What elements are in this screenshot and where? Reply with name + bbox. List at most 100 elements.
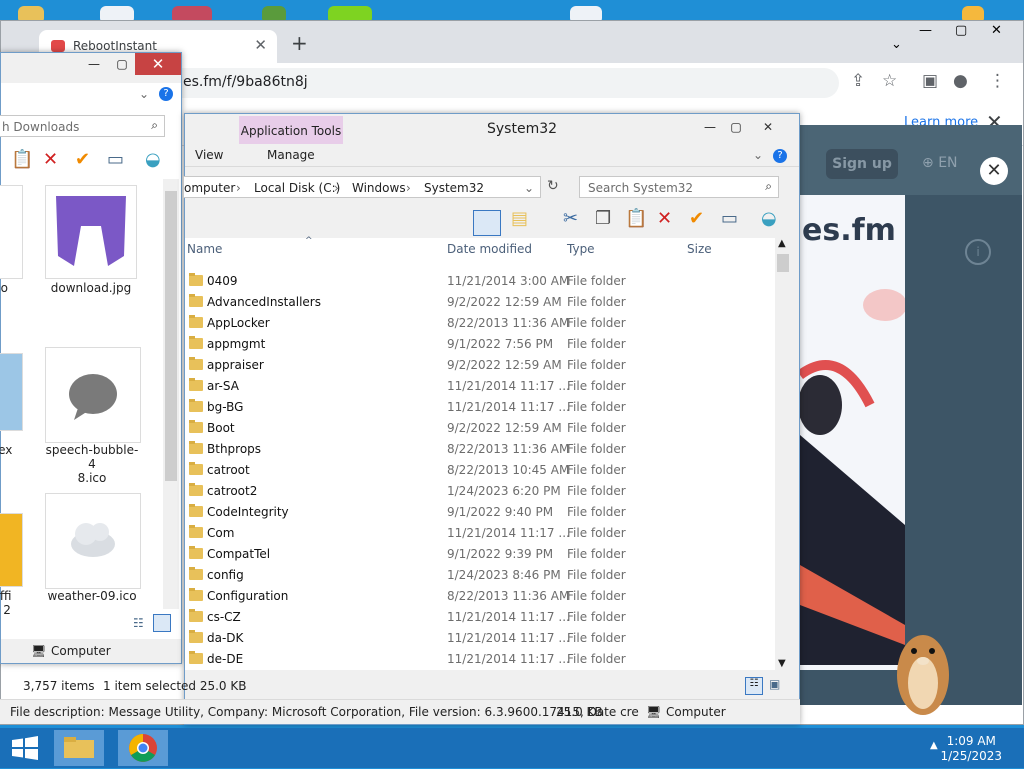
table-row[interactable]: AdvancedInstallers 9/2/2022 12:59 AM File …	[185, 291, 775, 312]
table-row[interactable]: cs-CZ 11/21/2014 11:17 ... File folder	[185, 606, 775, 627]
downloads-minimize-button[interactable]: —	[79, 53, 109, 75]
new-tab-button[interactable]: +	[291, 31, 308, 55]
start-button[interactable]	[0, 730, 50, 766]
address-dropdown-icon[interactable]: ⌄	[524, 181, 534, 195]
search-placeholder: Search System32	[588, 181, 694, 195]
table-row[interactable]: config 1/24/2023 8:46 PM File folder	[185, 564, 775, 585]
table-row[interactable]: da-DK 11/21/2014 11:17 ... File folder	[185, 627, 775, 648]
chrome-maximize-button[interactable]: ▢	[955, 23, 967, 38]
downloads-close-button[interactable]: ✕	[135, 53, 181, 75]
table-row[interactable]: 0409 11/21/2014 3:00 AM File folder	[185, 270, 775, 291]
table-row[interactable]: catroot 8/22/2013 10:45 AM File folder	[185, 459, 775, 480]
application-tools-context-tab[interactable]: Application Tools	[239, 116, 343, 144]
table-row[interactable]: AppLocker 8/22/2013 11:36 AM File folder	[185, 312, 775, 333]
share-icon[interactable]: ⇪	[851, 71, 865, 91]
file-thumb-office[interactable]	[0, 513, 23, 587]
sign-up-button[interactable]: Sign up	[826, 149, 898, 179]
chrome-taskbar-button[interactable]	[118, 730, 168, 766]
info-icon[interactable]: i	[965, 239, 991, 265]
delete-icon[interactable]: ✕	[657, 208, 672, 229]
file-thumb-speech-bubble[interactable]	[45, 347, 141, 443]
table-row[interactable]: appmgmt 9/1/2022 7:56 PM File folder	[185, 333, 775, 354]
copy-icon[interactable]: ❐	[595, 208, 611, 229]
row-date: 8/22/2013 11:36 AM	[447, 589, 570, 603]
downloads-search-box[interactable]: h Downloads ⌕	[0, 115, 165, 137]
show-hidden-icons-icon[interactable]: ▲	[930, 740, 938, 751]
side-panel-icon[interactable]: ▣	[922, 71, 938, 91]
table-row[interactable]: catroot2 1/24/2023 6:20 PM File folder	[185, 480, 775, 501]
properties-icon[interactable]: ▭	[721, 208, 738, 229]
downloads-large-icons-view-icon[interactable]	[153, 614, 171, 632]
rename-check-icon[interactable]: ✔	[689, 208, 704, 229]
refresh-icon[interactable]: ↻	[547, 178, 559, 194]
file-thumb-ico[interactable]	[0, 185, 23, 279]
language-selector[interactable]: ⊕ EN	[922, 155, 958, 171]
table-row[interactable]: Boot 9/2/2022 12:59 AM File folder	[185, 417, 775, 438]
table-row[interactable]: appraiser 9/2/2022 12:59 AM File folder	[185, 354, 775, 375]
tab-view[interactable]: View	[195, 148, 223, 162]
shell-icon[interactable]: ◒	[145, 149, 161, 170]
item-count: 3,757 items	[23, 679, 95, 693]
delete-icon[interactable]: ✕	[43, 149, 58, 170]
file-explorer-taskbar-button[interactable]	[54, 730, 104, 766]
table-row[interactable]: Com 11/21/2014 11:17 ... File folder	[185, 522, 775, 543]
downloads-maximize-button[interactable]: ▢	[107, 53, 137, 75]
downloads-help-icon[interactable]: ?	[159, 87, 173, 101]
ribbon-expand-icon[interactable]: ⌄	[753, 148, 763, 162]
file-thumb-exe[interactable]	[0, 353, 23, 431]
downloads-details-view-icon[interactable]: ☷	[133, 616, 144, 630]
cut-icon[interactable]: ✂	[563, 208, 578, 229]
file-thumb-download-jpg[interactable]	[45, 185, 137, 279]
downloads-scrollbar[interactable]	[163, 179, 179, 609]
file-thumb-weather[interactable]	[45, 493, 141, 589]
folder-options-icon[interactable]: ▤	[511, 208, 528, 229]
popup-close-icon[interactable]: ✕	[980, 157, 1008, 185]
breadcrumb-computer[interactable]: omputer	[184, 181, 235, 195]
paste-icon[interactable]: 📋	[11, 149, 33, 170]
tab-close-icon[interactable]: ✕	[254, 36, 267, 54]
scroll-down-icon[interactable]: ▼	[778, 658, 786, 669]
folder-icon	[189, 273, 203, 286]
table-row[interactable]: ar-SA 11/21/2014 11:17 ... File folder	[185, 375, 775, 396]
breadcrumb-system32[interactable]: System32	[424, 181, 484, 195]
shell-icon[interactable]: ◒	[761, 208, 777, 229]
file-list-scrollbar-thumb[interactable]	[777, 254, 789, 272]
large-icons-view-icon[interactable]: ▣	[769, 677, 780, 691]
menu-kebab-icon[interactable]: ⋮	[989, 71, 1006, 91]
help-icon[interactable]: ?	[773, 149, 787, 163]
chrome-minimize-button[interactable]: —	[919, 23, 932, 38]
column-name[interactable]: Name	[187, 242, 222, 256]
table-row[interactable]: CompatTel 9/1/2022 9:39 PM File folder	[185, 543, 775, 564]
breadcrumb-local-disk[interactable]: Local Disk (C:)	[254, 181, 340, 195]
chrome-list-tabs-icon[interactable]: ⌄	[891, 37, 902, 52]
search-box[interactable]: Search System32 ⌕	[579, 176, 779, 198]
details-view-icon[interactable]: ☷	[745, 677, 763, 695]
downloads-scrollbar-thumb[interactable]	[165, 191, 177, 481]
tab-manage[interactable]: Manage	[267, 148, 315, 162]
preview-pane-icon[interactable]	[473, 210, 501, 236]
address-url[interactable]: es.fm/f/9ba86tn8j	[183, 74, 308, 90]
system32-maximize-button[interactable]: ▢	[721, 116, 751, 138]
table-row[interactable]: Bthprops 8/22/2013 11:36 AM File folder	[185, 438, 775, 459]
table-row[interactable]: bg-BG 11/21/2014 11:17 ... File folder	[185, 396, 775, 417]
system32-close-button[interactable]: ✕	[753, 116, 783, 138]
chrome-close-button[interactable]: ✕	[991, 23, 1002, 38]
column-size[interactable]: Size	[687, 242, 712, 256]
scroll-up-icon[interactable]: ▲	[778, 238, 786, 249]
row-name: da-DK	[207, 631, 244, 645]
breadcrumb-windows[interactable]: Windows	[352, 181, 406, 195]
system-clock[interactable]: 1:09 AM 1/25/2023	[940, 734, 1002, 764]
column-date-modified[interactable]: Date modified	[447, 242, 532, 256]
properties-icon[interactable]: ▭	[107, 149, 124, 170]
bookmark-star-icon[interactable]: ☆	[882, 71, 897, 91]
rename-check-icon[interactable]: ✔	[75, 149, 90, 170]
table-row[interactable]: de-DE 11/21/2014 11:17 ... File folder	[185, 648, 775, 669]
paste-icon[interactable]: 📋	[625, 208, 647, 229]
downloads-ribbon-expand-icon[interactable]: ⌄	[139, 87, 149, 101]
table-row[interactable]: CodeIntegrity 9/1/2022 9:40 PM File folder	[185, 501, 775, 522]
file-list-scrollbar[interactable]: ▲ ▼	[775, 238, 791, 672]
address-breadcrumb-bar[interactable]: omputer › Local Disk (C:) › Windows › Sy…	[183, 176, 541, 198]
table-row[interactable]: Configuration 8/22/2013 11:36 AM File fold…	[185, 585, 775, 606]
profile-avatar-icon[interactable]: ●	[953, 71, 968, 91]
column-type[interactable]: Type	[567, 242, 595, 256]
